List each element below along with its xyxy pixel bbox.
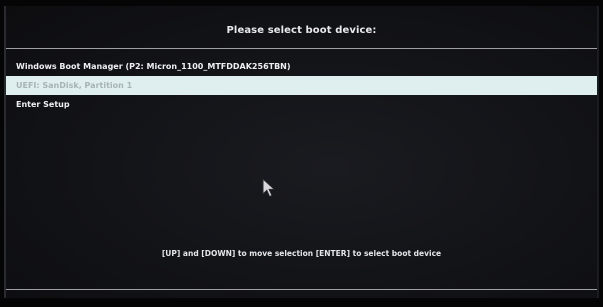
bios-boot-screen: Please select boot device: Windows Boot … xyxy=(4,6,599,298)
boot-option-label: Enter Setup xyxy=(16,100,70,109)
monitor-frame: Please select boot device: Windows Boot … xyxy=(0,0,603,307)
boot-device-list: Windows Boot Manager (P2: Micron_1100_MT… xyxy=(6,57,597,114)
navigation-hint: [UP] and [DOWN] to move selection [ENTER… xyxy=(161,249,442,258)
boot-option-uefi-usb[interactable]: UEFI: SanDisk, Partition 1 xyxy=(6,76,597,95)
mouse-pointer-icon xyxy=(262,178,276,198)
boot-option-label: Windows Boot Manager (P2: Micron_1100_MT… xyxy=(16,62,291,71)
boot-option-windows-boot-manager[interactable]: Windows Boot Manager (P2: Micron_1100_MT… xyxy=(6,57,597,76)
boot-option-enter-setup[interactable]: Enter Setup xyxy=(6,95,597,114)
bottom-divider xyxy=(6,289,597,290)
boot-option-label: UEFI: SanDisk, Partition 1 xyxy=(16,81,133,90)
top-divider xyxy=(6,48,597,49)
page-title: Please select boot device: xyxy=(226,24,377,36)
title-bar: Please select boot device: xyxy=(6,12,597,48)
